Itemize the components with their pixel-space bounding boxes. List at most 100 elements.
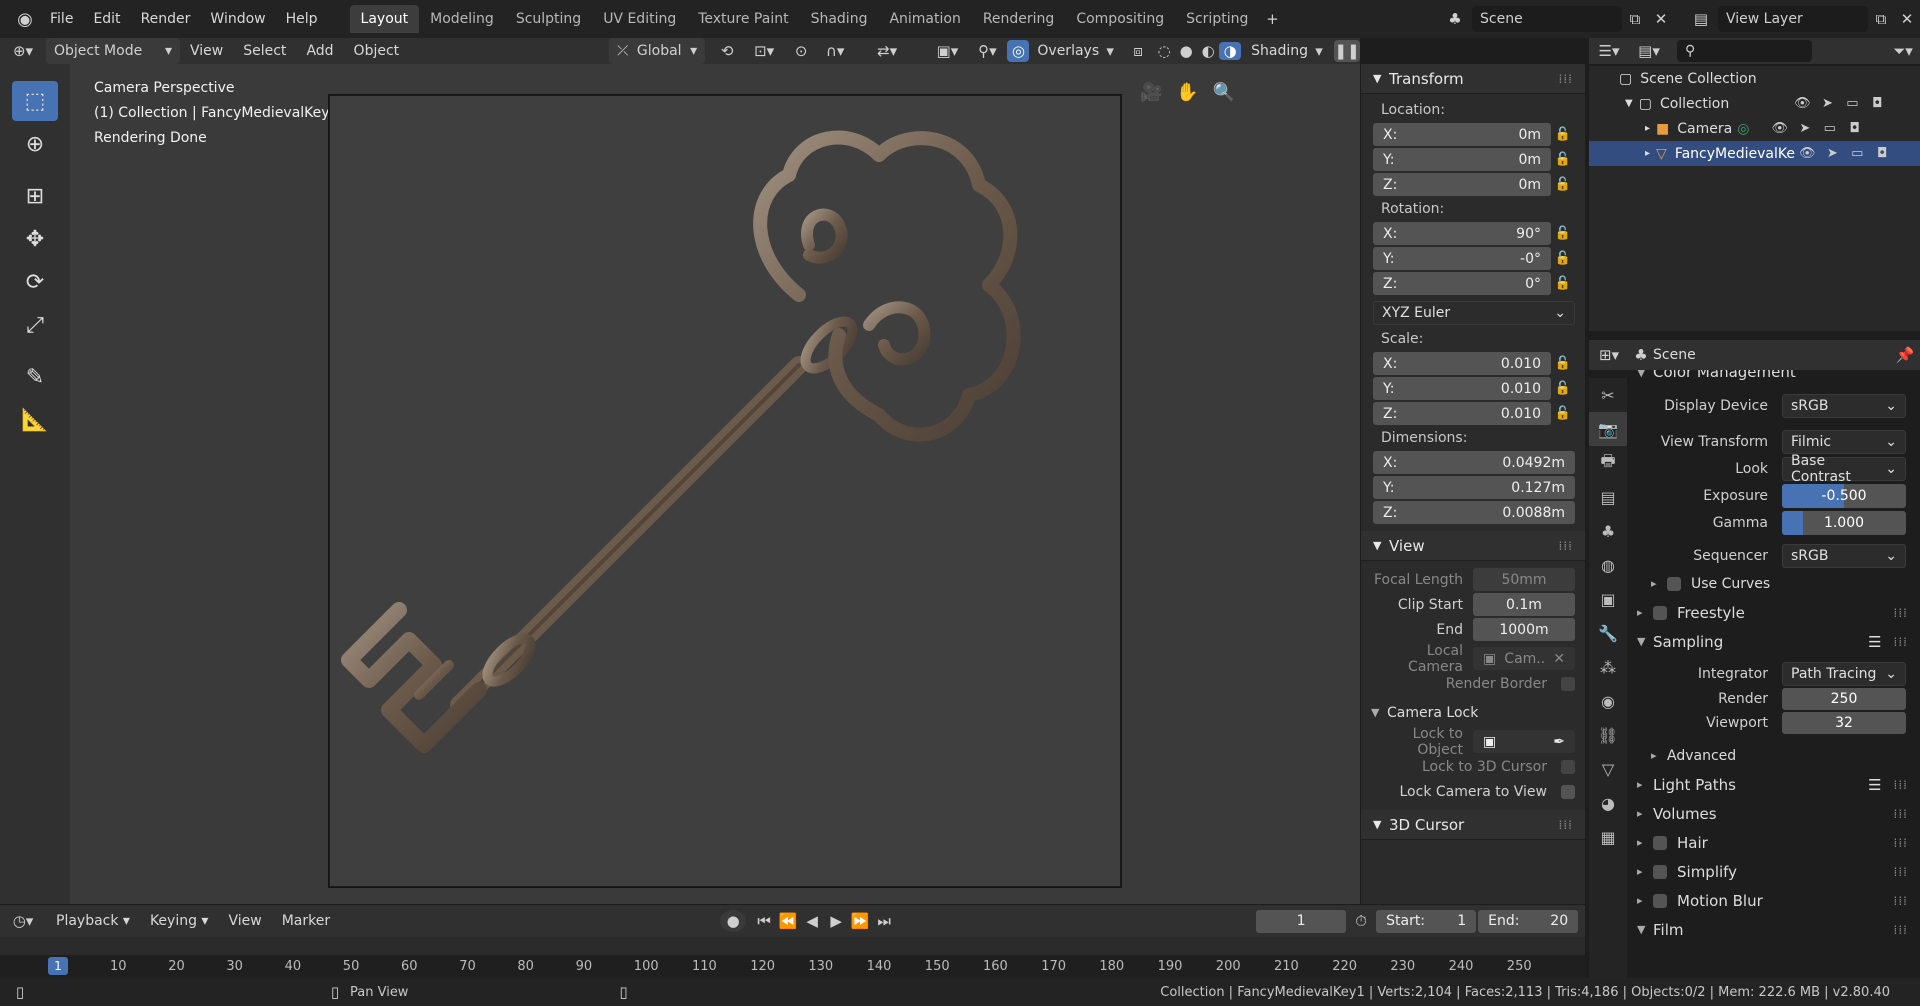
outliner-editor-icon[interactable]: ☰▾	[1589, 42, 1629, 60]
xray-icon[interactable]: ⧈	[1123, 42, 1153, 60]
vp-menu-add[interactable]: Add	[296, 38, 343, 64]
editor-type-icon[interactable]: ⊕▾	[0, 42, 46, 60]
properties-editor-icon[interactable]: ⊞▾	[1589, 346, 1629, 364]
film-panel[interactable]: ▼ Film ⁞⁞⁞	[1627, 915, 1920, 944]
view-layer-tab-icon[interactable]: ▤	[1589, 480, 1627, 514]
rotation-mode-dropdown[interactable]: XYZ Euler ⌄	[1373, 300, 1575, 325]
solid-shading-icon[interactable]: ●	[1175, 42, 1197, 60]
copy-scene-icon[interactable]: ⧉	[1622, 10, 1648, 28]
rotation-y-field[interactable]: Y: -0°	[1373, 247, 1551, 270]
dimensions-z-field[interactable]: Z: 0.0088m	[1373, 501, 1575, 524]
scene-icon[interactable]: ♣	[1438, 10, 1472, 28]
tab-texture-paint[interactable]: Texture Paint	[687, 5, 799, 33]
tab-modeling[interactable]: Modeling	[419, 5, 505, 33]
gamma-slider[interactable]: 1.000	[1782, 510, 1906, 535]
eyedropper-icon[interactable]: ✒	[1553, 734, 1565, 750]
rotation-z-field[interactable]: Z: 0°	[1373, 272, 1551, 295]
scale-x-field[interactable]: X: 0.010	[1373, 352, 1551, 375]
wireframe-shading-icon[interactable]: ◌	[1153, 42, 1175, 60]
timeline-editor-icon[interactable]: ◷▾	[0, 912, 46, 930]
pin-icon[interactable]: 📌	[1890, 346, 1920, 364]
freestyle-checkbox[interactable]	[1653, 605, 1667, 620]
expand-icon[interactable]: ▸	[1645, 123, 1650, 134]
scale-tool-icon[interactable]: ⤢	[12, 305, 58, 345]
pan-hand-icon[interactable]: ✋	[1176, 82, 1198, 103]
integrator-dropdown[interactable]: Path Tracing ⌄	[1782, 661, 1906, 686]
rendered-shading-icon[interactable]: ◑	[1219, 42, 1242, 60]
cursor-tool-icon[interactable]: ⊕	[12, 124, 58, 164]
eye-icon[interactable]: 👁	[1767, 121, 1792, 136]
add-workspace-icon[interactable]: +	[1259, 10, 1285, 28]
motion-blur-panel[interactable]: ▸ Motion Blur ⁞⁞⁞	[1627, 886, 1920, 915]
sampling-panel[interactable]: ▼ Sampling ☰ ⁞⁞⁞	[1627, 627, 1920, 656]
rotation-x-field[interactable]: X: 90°	[1373, 222, 1551, 245]
lock-icon[interactable]: 🔓	[1551, 406, 1575, 421]
timeline-view-menu[interactable]: View	[218, 905, 271, 937]
hair-panel[interactable]: ▸ Hair ⁞⁞⁞	[1627, 828, 1920, 857]
move-tool-icon[interactable]: ✥	[12, 219, 58, 259]
drag-handle-icon[interactable]: ⁞⁞⁞	[1559, 818, 1573, 832]
scene-collection-row[interactable]: ▢ Scene Collection	[1589, 66, 1920, 91]
lock-object-field[interactable]: ▣ ✒	[1473, 730, 1575, 753]
tab-compositing[interactable]: Compositing	[1065, 5, 1175, 33]
list-icon[interactable]: ☰	[1868, 633, 1881, 651]
camera-render-icon[interactable]: ◘	[1870, 146, 1895, 161]
location-y-field[interactable]: Y: 0m	[1373, 148, 1551, 171]
tab-rendering[interactable]: Rendering	[972, 5, 1066, 33]
lock-icon[interactable]: 🔓	[1551, 177, 1575, 192]
view-layer-icon[interactable]: ▤	[1684, 10, 1718, 28]
particles-tab-icon[interactable]: ⁂	[1589, 650, 1627, 684]
view-transform-dropdown[interactable]: Filmic ⌄	[1782, 429, 1906, 454]
pivot-icon[interactable]: ⟲	[711, 42, 743, 60]
jump-start-icon[interactable]: ⏮	[752, 912, 776, 930]
camera-render-icon[interactable]: ◘	[1842, 121, 1867, 136]
menu-edit[interactable]: Edit	[83, 0, 130, 38]
copy-view-layer-icon[interactable]: ⧉	[1868, 10, 1894, 28]
lock-icon[interactable]: 🔓	[1551, 226, 1575, 241]
shading-dropdown[interactable]: Shading	[1241, 38, 1312, 64]
next-keyframe-icon[interactable]: ⏩	[848, 912, 872, 930]
tool-tab-icon[interactable]: ✂	[1589, 378, 1627, 412]
scale-z-field[interactable]: Z: 0.010	[1373, 402, 1551, 425]
overlays-dropdown[interactable]: Overlays	[1029, 38, 1103, 64]
use-curves-checkbox[interactable]	[1667, 576, 1681, 591]
frame-ruler[interactable]: 1 10 20 30 40 50 60 70 80 90 100 110 120 130 140 150 16…	[0, 955, 1585, 979]
vp-menu-select[interactable]: Select	[233, 38, 296, 64]
falloff-icon[interactable]: ∩▾	[817, 42, 853, 60]
lock-icon[interactable]: 🔓	[1551, 127, 1575, 142]
drag-handle-icon[interactable]: ⁞⁞⁞	[1559, 72, 1573, 86]
viewport-samples-field[interactable]: 32	[1782, 712, 1906, 734]
look-dropdown[interactable]: Base Contrast ⌄	[1782, 453, 1906, 485]
key-object-row[interactable]: ▸ ▽ FancyMedievalKey 👁 ➤ ▭ ◘	[1589, 141, 1920, 166]
gizmos-toggle-icon[interactable]: ⚲▾	[967, 42, 1007, 60]
outliner-search[interactable]: ⚲	[1677, 40, 1812, 62]
delete-view-layer-icon[interactable]: ✕	[1894, 10, 1920, 28]
rotate-tool-icon[interactable]: ⟳	[12, 262, 58, 302]
list-icon[interactable]: ☰	[1868, 776, 1881, 794]
menu-help[interactable]: Help	[276, 0, 328, 38]
play-reverse-icon[interactable]: ◀	[800, 912, 824, 930]
display-device-dropdown[interactable]: sRGB ⌄	[1782, 393, 1906, 418]
marker-menu[interactable]: Marker	[272, 905, 340, 937]
3d-cursor-panel-header[interactable]: ▼ 3D Cursor ⁞⁞⁞	[1361, 810, 1585, 840]
modifier-tab-icon[interactable]: 🔧	[1589, 616, 1627, 650]
tab-scripting[interactable]: Scripting	[1175, 5, 1259, 33]
display-mode-icon[interactable]: ▤▾	[1629, 42, 1669, 60]
view-object-types-icon[interactable]: ▣▾	[927, 42, 967, 60]
simplify-panel[interactable]: ▸ Simplify ⁞⁞⁞	[1627, 857, 1920, 886]
dimensions-x-field[interactable]: X: 0.0492m	[1373, 451, 1575, 474]
clip-end-field[interactable]: 1000m	[1473, 618, 1575, 641]
collection-row[interactable]: ▼ ▢ Collection 👁 ➤ ▭ ◘	[1589, 91, 1920, 116]
timeline-area[interactable]	[0, 937, 1585, 955]
transform-panel-header[interactable]: ▼ Transform ⁞⁞⁞	[1361, 64, 1585, 94]
measure-tool-icon[interactable]: 📐	[12, 400, 58, 440]
location-x-field[interactable]: X: 0m	[1373, 123, 1551, 146]
eye-icon[interactable]: 👁	[1795, 146, 1820, 161]
annotate-tool-icon[interactable]: ✎	[12, 357, 58, 397]
scale-y-field[interactable]: Y: 0.010	[1373, 377, 1551, 400]
render-border-checkbox[interactable]	[1561, 676, 1575, 691]
select-arrow-icon[interactable]: ➤	[1815, 96, 1840, 111]
scene-tab-icon[interactable]: ♣	[1589, 514, 1627, 548]
camera-row[interactable]: ▸ ■ Camera ◎ 👁 ➤ ▭ ◘	[1589, 116, 1920, 141]
prev-keyframe-icon[interactable]: ⏪	[776, 912, 800, 930]
